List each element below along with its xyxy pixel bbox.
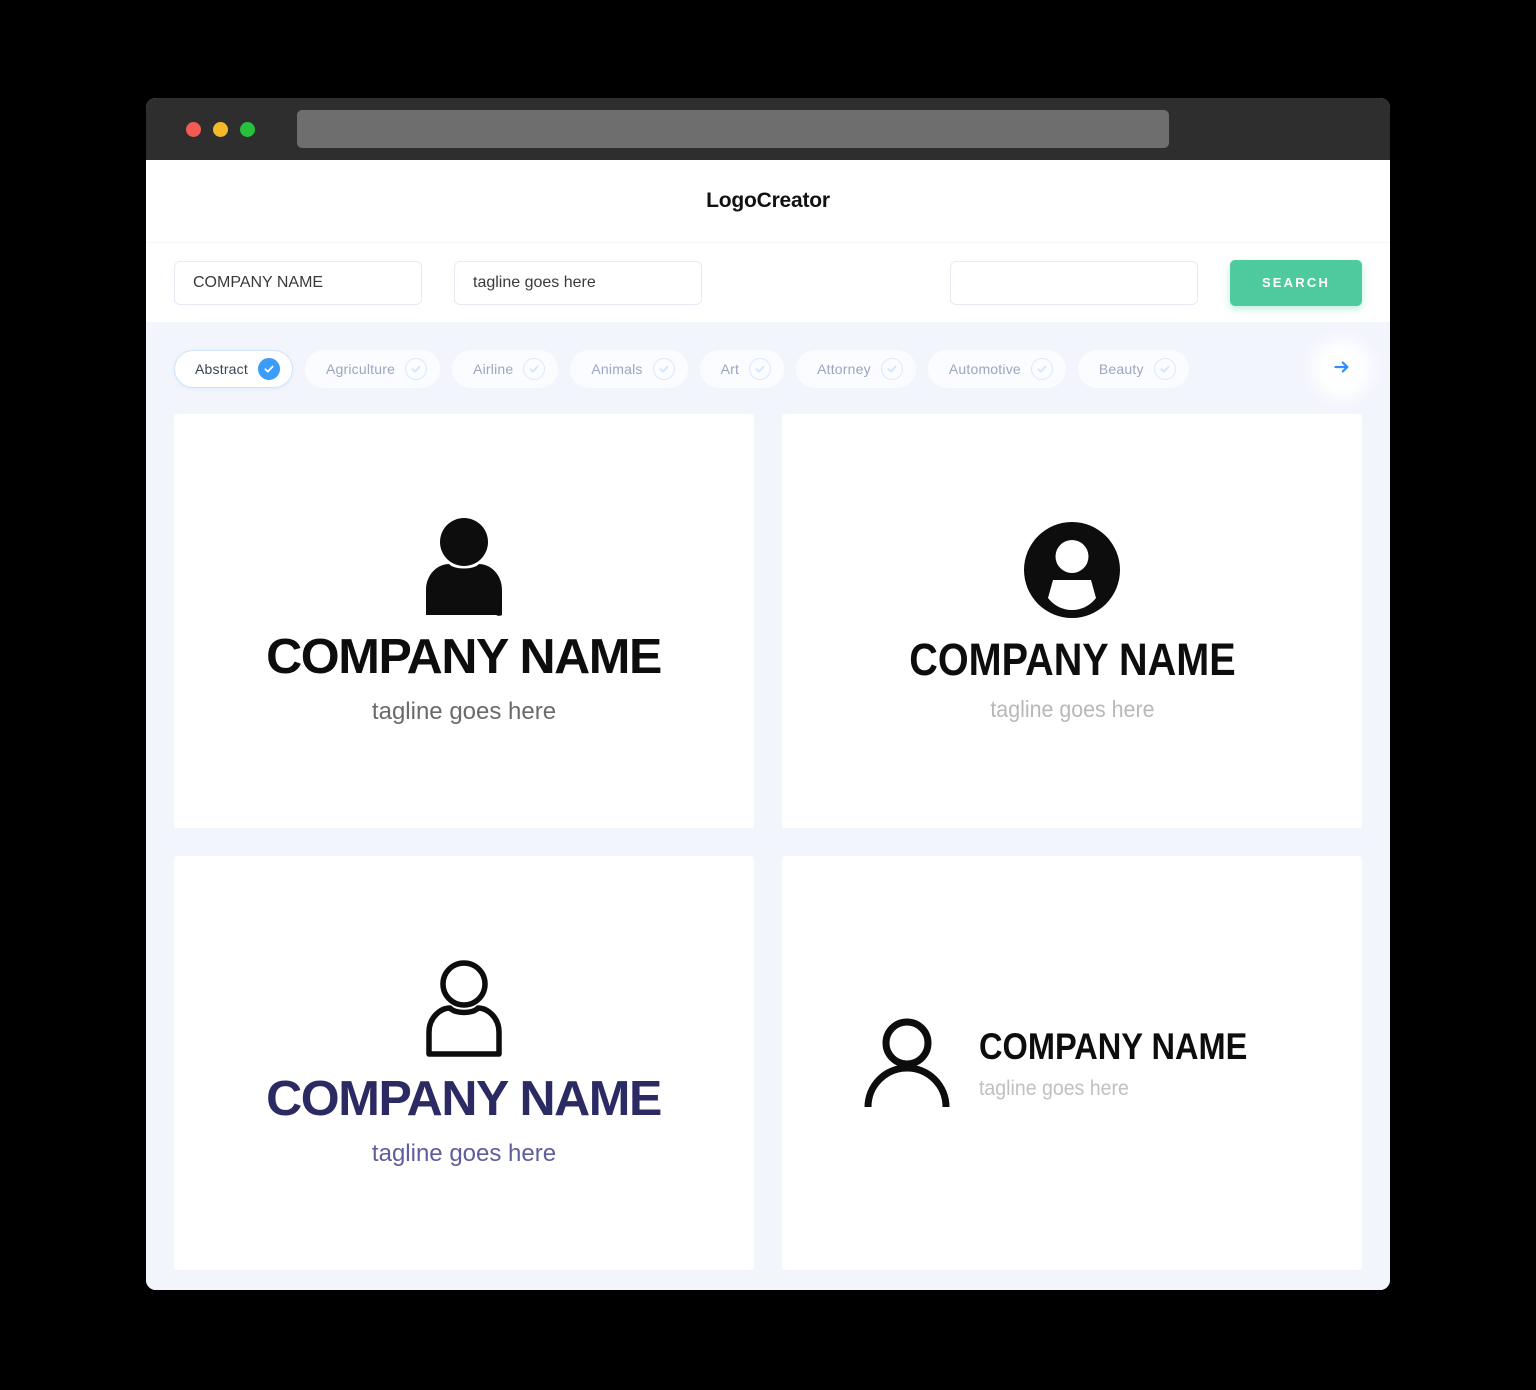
close-window-button[interactable] (186, 121, 201, 137)
category-pill-airline[interactable]: Airline (452, 350, 559, 388)
logo-company-name: COMPANY NAME (908, 633, 1236, 685)
person-solid-icon (270, 518, 657, 621)
category-pill-automotive[interactable]: Automotive (927, 350, 1066, 388)
company-name-input[interactable] (174, 260, 422, 305)
category-label: Agriculture (325, 361, 396, 377)
category-filter-row: Abstract Agriculture Airline Animals Art… (174, 348, 1362, 390)
category-pill-attorney[interactable]: Attorney (796, 350, 916, 388)
arrow-right-icon (1332, 357, 1352, 382)
check-circle-icon (405, 358, 428, 380)
next-categories-button[interactable] (1322, 349, 1362, 389)
search-button[interactable]: SEARCH (1230, 259, 1362, 306)
category-label: Airline (473, 361, 514, 377)
check-circle-icon (652, 358, 675, 380)
category-pill-agriculture[interactable]: Agriculture (304, 350, 441, 388)
category-label: Attorney (817, 361, 871, 377)
keyword-input[interactable] (950, 260, 1198, 305)
logo-tagline: tagline goes here (371, 1140, 557, 1167)
check-circle-icon (523, 358, 546, 380)
logo-results-grid: COMPANY NAME tagline goes here COMPANY N… (174, 414, 1362, 1270)
traffic-light-buttons (186, 121, 255, 137)
category-label: Art (720, 361, 740, 377)
logo-company-name: COMPANY NAME (266, 1072, 663, 1126)
app-header: LogoCreator (146, 160, 1390, 242)
logo-tagline: tagline goes here (989, 695, 1155, 722)
check-circle-icon (1030, 358, 1053, 380)
check-circle-icon (1153, 358, 1176, 380)
category-pill-animals[interactable]: Animals (570, 350, 688, 388)
logo-card[interactable]: COMPANY NAME tagline goes here (174, 414, 754, 828)
address-bar[interactable] (297, 110, 1169, 148)
logo-card[interactable]: COMPANY NAME tagline goes here (782, 856, 1362, 1270)
content-area: Abstract Agriculture Airline Animals Art… (146, 322, 1390, 1290)
person-circle-badge-icon (887, 521, 1258, 623)
search-bar: SEARCH (146, 242, 1390, 322)
person-outline-icon (270, 960, 657, 1063)
category-pill-beauty[interactable]: Beauty (1077, 350, 1189, 388)
person-outline-arc-icon (861, 1015, 953, 1112)
category-pill-art[interactable]: Art (699, 350, 785, 388)
logo-company-name: COMPANY NAME (266, 630, 663, 684)
logo-company-name: COMPANY NAME (978, 1025, 1247, 1067)
tagline-input[interactable] (454, 260, 702, 305)
logo-tagline: tagline goes here (371, 698, 557, 725)
browser-titlebar (146, 98, 1390, 160)
category-label: Automotive (948, 361, 1021, 377)
app-title: LogoCreator (706, 189, 830, 212)
browser-window: LogoCreator SEARCH Abstract Agriculture (146, 98, 1390, 1290)
category-pill-abstract[interactable]: Abstract (174, 350, 293, 388)
category-label: Abstract (195, 361, 248, 377)
minimize-window-button[interactable] (213, 121, 228, 137)
logo-tagline: tagline goes here (978, 1076, 1129, 1100)
check-circle-icon (749, 358, 772, 380)
logo-card[interactable]: COMPANY NAME tagline goes here (174, 856, 754, 1270)
maximize-window-button[interactable] (240, 121, 255, 137)
category-label: Animals (591, 361, 643, 377)
category-label: Beauty (1098, 361, 1144, 377)
logo-card[interactable]: COMPANY NAME tagline goes here (782, 414, 1362, 828)
check-circle-icon (257, 358, 280, 380)
check-circle-icon (880, 358, 903, 380)
